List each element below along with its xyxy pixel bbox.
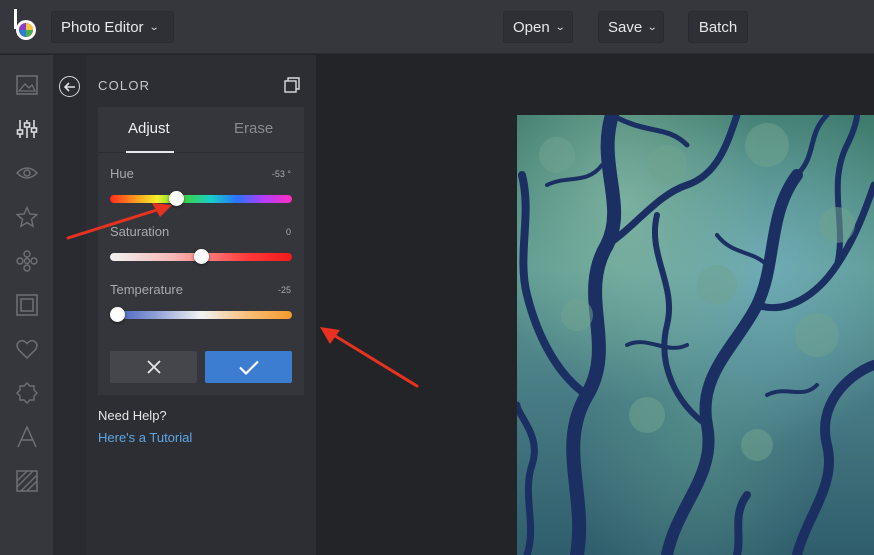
saturation-slider-handle[interactable] [194,249,209,264]
panel-title: COLOR [98,78,151,93]
adjust-card: Adjust Erase Hue -53 ° Saturation 0 Temp… [98,107,304,395]
tab-erase[interactable]: Erase [234,120,273,137]
batch-button[interactable]: Batch [688,11,748,43]
cancel-button[interactable] [110,351,197,383]
tutorial-link[interactable]: Here's a Tutorial [98,430,192,445]
hue-label: Hue [110,166,134,181]
canvas-area [316,55,874,555]
back-arrow-icon[interactable] [59,76,80,97]
text-icon[interactable] [12,422,42,452]
app-title-dropdown[interactable]: Photo Editor ⌄ [51,11,174,43]
checkmark-icon [238,360,259,375]
apply-button[interactable] [205,351,292,383]
save-menu-button[interactable]: Save ⌄ [598,11,664,43]
batch-label: Batch [698,18,738,36]
sliders-icon[interactable] [12,114,42,144]
saturation-label: Saturation [110,224,170,239]
badge-icon[interactable] [12,378,42,408]
help-title: Need Help? [98,408,167,423]
tab-bar: Adjust Erase [98,107,304,153]
chevron-down-icon: ⌄ [148,21,160,33]
saturation-value: 0 [285,227,291,237]
star-icon[interactable] [12,202,42,232]
flower-icon[interactable] [12,246,42,276]
hue-slider[interactable] [110,195,292,203]
layers-icon[interactable] [284,77,300,93]
image-icon[interactable] [12,70,42,100]
top-bar: Photo Editor ⌄ Open ⌄ Save ⌄ Batch [0,0,874,54]
app-logo[interactable] [12,9,40,43]
open-menu-button[interactable]: Open ⌄ [503,11,573,43]
texture-icon[interactable] [12,466,42,496]
eye-icon[interactable] [12,158,42,188]
temperature-label: Temperature [110,282,183,297]
save-label: Save [608,18,643,36]
temperature-slider[interactable] [110,311,292,319]
chevron-down-icon: ⌄ [554,21,566,33]
chevron-down-icon: ⌄ [646,21,658,33]
heart-icon[interactable] [12,334,42,364]
hue-slider-handle[interactable] [169,191,184,206]
temperature-slider-handle[interactable] [110,307,125,322]
tab-active-indicator [126,151,174,153]
close-icon [146,360,161,374]
photo-image[interactable] [517,115,874,555]
temperature-value: -25 [277,285,291,295]
frame-icon[interactable] [12,290,42,320]
panel-back-column [54,55,86,555]
open-label: Open [513,18,550,36]
app-title: Photo Editor [61,18,144,36]
tool-rail [0,55,54,555]
color-panel: COLOR Adjust Erase Hue -53 ° Saturation … [54,55,316,555]
tab-adjust[interactable]: Adjust [128,120,170,137]
hue-value: -53 ° [271,169,291,179]
